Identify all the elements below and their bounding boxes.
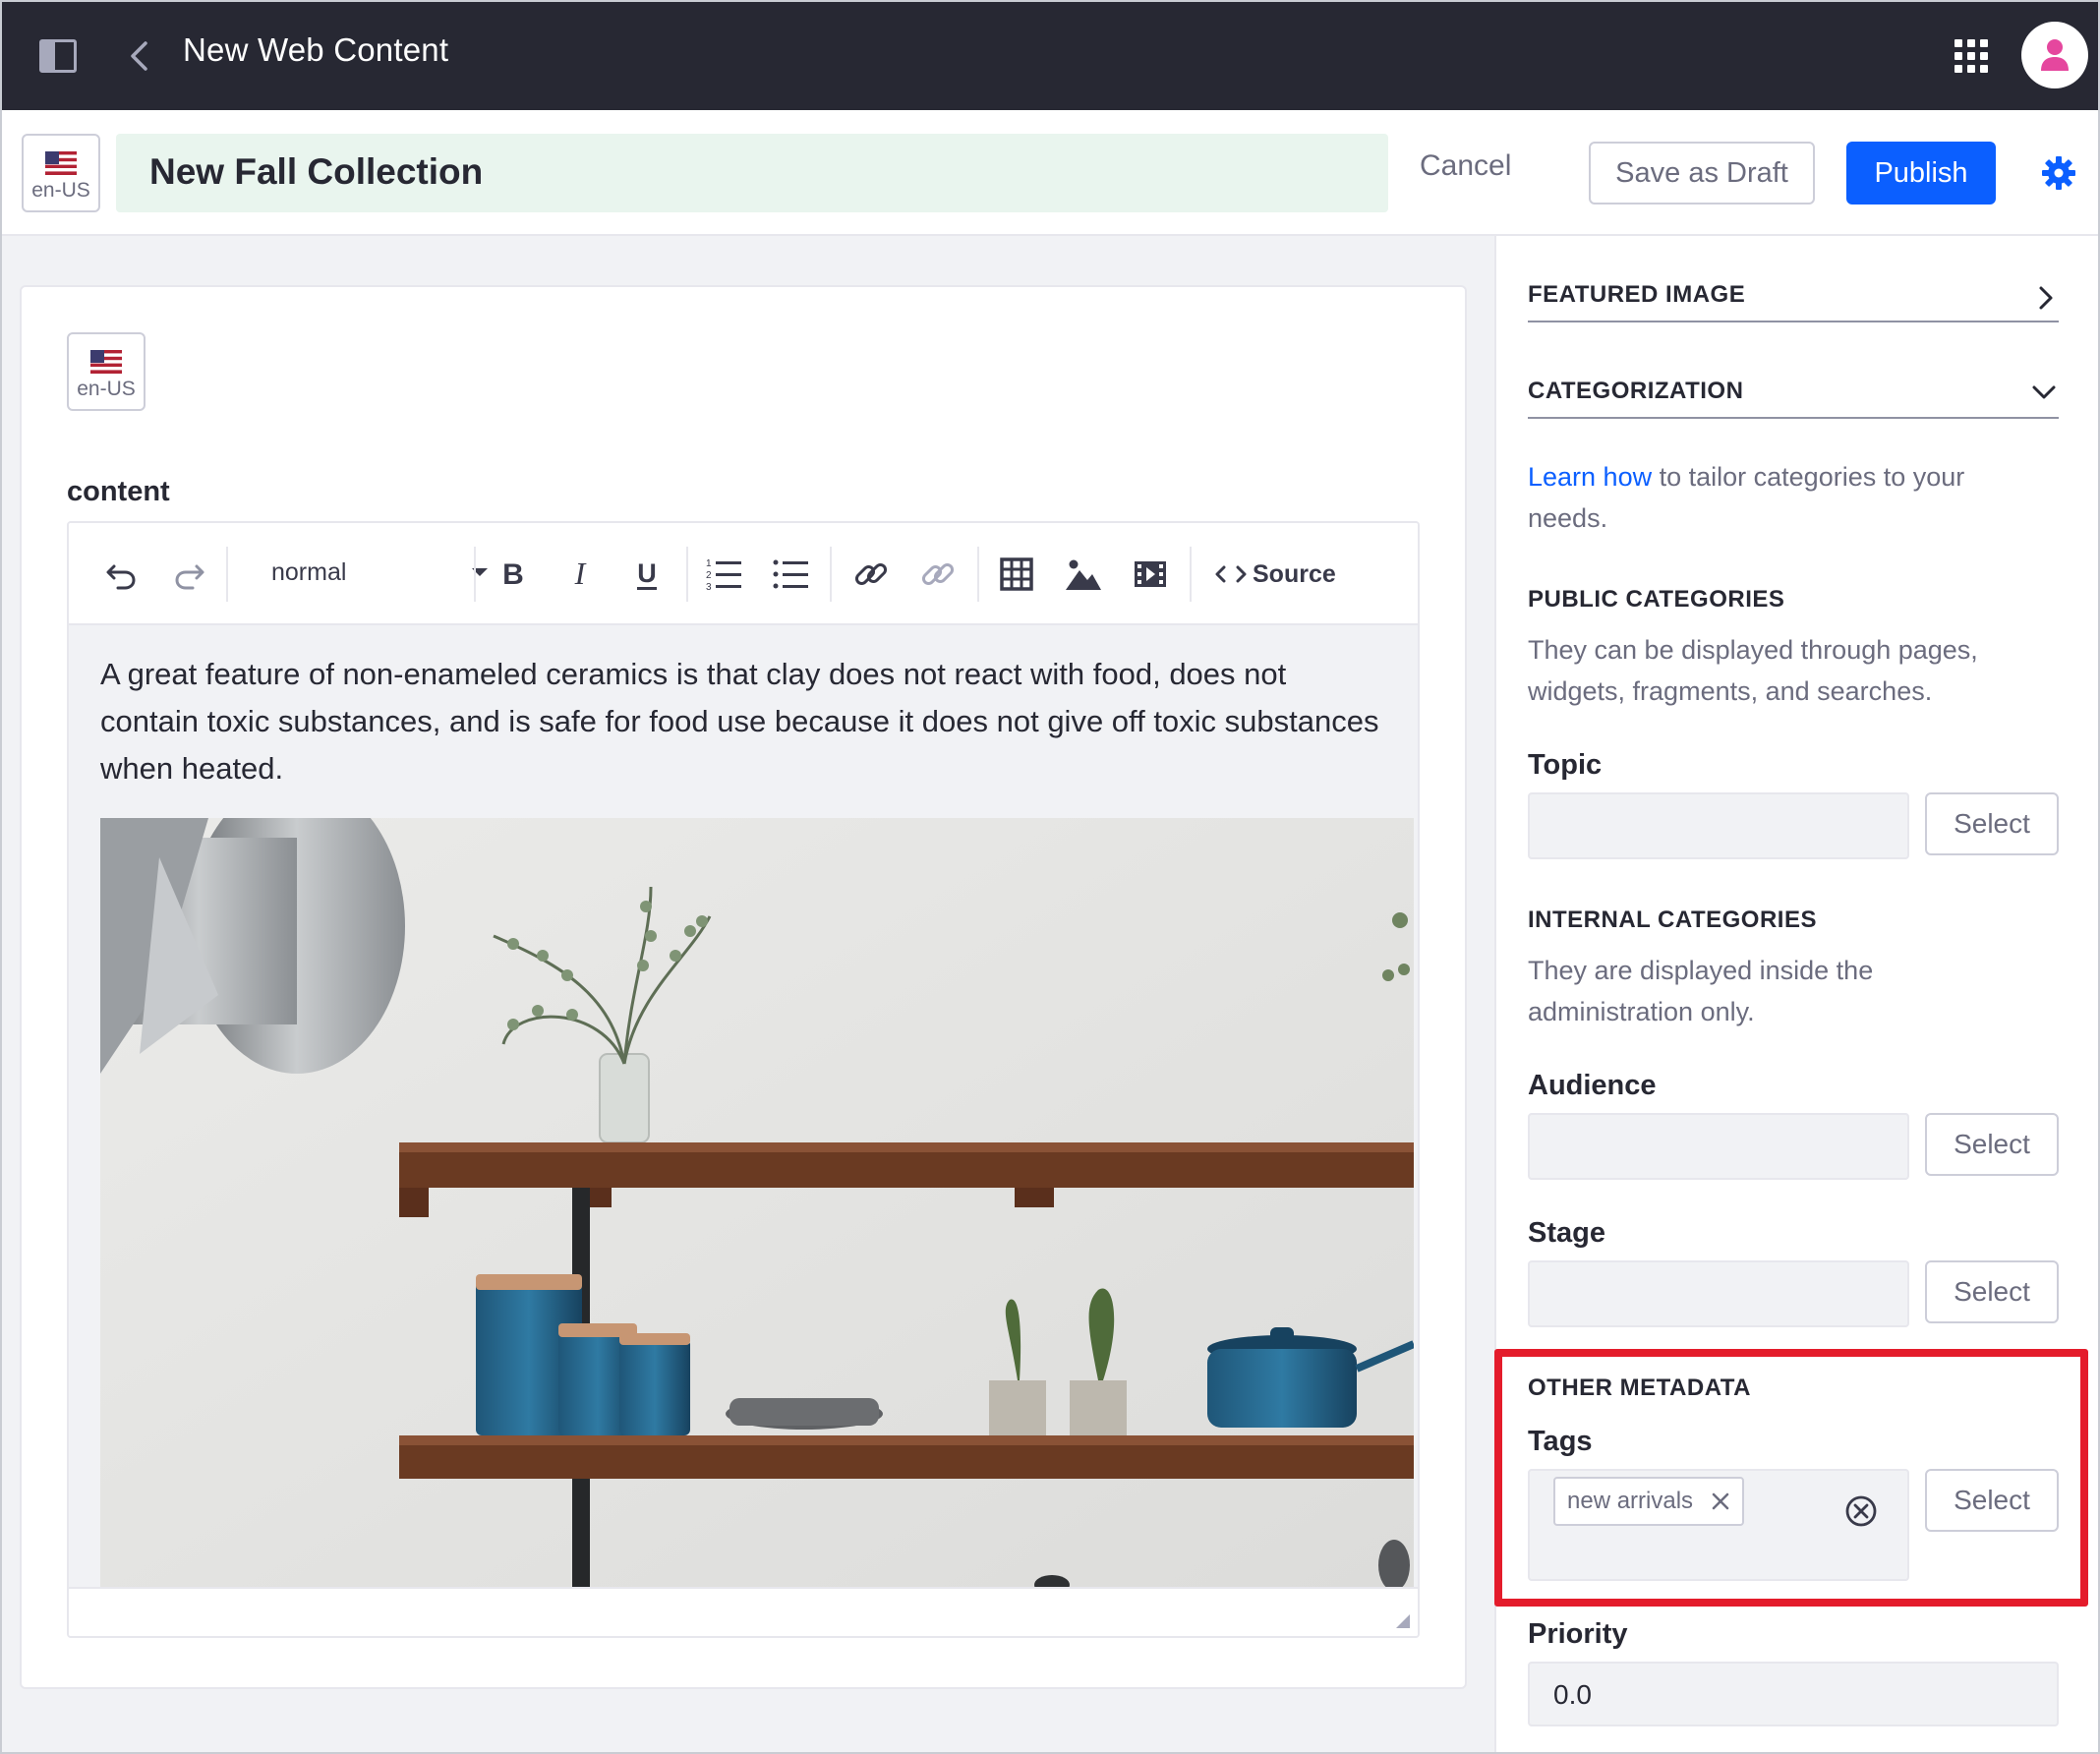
chevron-down-icon <box>2032 385 2056 399</box>
page-title: New Web Content <box>183 31 449 68</box>
audience-input[interactable] <box>1528 1113 1909 1180</box>
topic-input[interactable] <box>1528 792 1909 859</box>
cancel-button[interactable]: Cancel <box>1420 149 1511 183</box>
internal-categories-description: They are displayed inside the administra… <box>1528 956 1874 1026</box>
toolbar-separator <box>830 547 832 602</box>
chevron-left-icon[interactable] <box>124 39 155 73</box>
top-bar: New Web Content <box>2 2 2098 110</box>
user-avatar[interactable] <box>2021 22 2088 88</box>
topic-select-button[interactable]: Select <box>1925 792 2059 855</box>
svg-text:I: I <box>574 555 587 591</box>
topic-label: Topic <box>1528 749 1603 781</box>
toolbar-separator <box>1190 547 1192 602</box>
sidebar-toggle-icon[interactable] <box>39 39 77 73</box>
public-categories-heading: PUBLIC CATEGORIES <box>1528 586 1785 613</box>
ordered-list-icon[interactable]: 1 2 3 <box>702 553 745 596</box>
source-button[interactable]: Source <box>1215 553 1343 596</box>
toolbar-separator <box>977 547 979 602</box>
editor-toolbar: normal B I U 1 2 3 Source <box>69 523 1418 625</box>
public-categories-description: They can be displayed through pages, wid… <box>1528 635 1978 706</box>
format-select[interactable]: normal <box>271 558 346 587</box>
editor-paragraph[interactable]: A great feature of non-enameled ceramics… <box>100 651 1388 792</box>
chevron-right-icon <box>2039 286 2053 310</box>
section-title: CATEGORIZATION <box>1528 378 1744 404</box>
table-icon[interactable] <box>995 553 1038 596</box>
priority-value: 0.0 <box>1553 1679 1592 1710</box>
title-value: New Fall Collection <box>149 151 484 192</box>
internal-categories-heading: INTERNAL CATEGORIES <box>1528 906 1817 933</box>
unlink-icon[interactable] <box>916 553 960 596</box>
other-metadata-highlight <box>1494 1349 2088 1607</box>
publish-button[interactable]: Publish <box>1846 142 1996 205</box>
toolbar-separator <box>686 547 688 602</box>
us-flag-icon <box>45 151 77 175</box>
user-avatar-icon <box>2041 39 2069 71</box>
save-as-draft-button[interactable]: Save as Draft <box>1589 142 1815 205</box>
resize-handle-icon[interactable] <box>1396 1614 1410 1628</box>
section-title: FEATURED IMAGE <box>1528 281 1746 308</box>
audience-select-button[interactable]: Select <box>1925 1113 2059 1176</box>
content-field-label: content <box>67 476 170 507</box>
title-input[interactable]: New Fall Collection <box>116 134 1388 212</box>
svg-text:U: U <box>637 558 657 588</box>
featured-image-section[interactable]: FEATURED IMAGE <box>1528 273 2059 322</box>
source-label: Source <box>1253 559 1336 588</box>
svg-text:B: B <box>502 558 524 591</box>
gear-icon[interactable] <box>2041 155 2076 191</box>
content-header: en-US New Fall Collection Cancel Save as… <box>2 110 2098 236</box>
us-flag-icon <box>90 350 122 374</box>
stage-input[interactable] <box>1528 1260 1909 1327</box>
editor-body[interactable]: A great feature of non-enameled ceramics… <box>69 625 1418 1591</box>
link-icon[interactable] <box>849 553 893 596</box>
source-code-icon <box>1215 565 1247 583</box>
toolbar-separator <box>226 547 228 602</box>
toolbar-separator <box>474 547 476 602</box>
italic-icon[interactable]: I <box>558 553 602 596</box>
priority-label: Priority <box>1528 1618 1628 1650</box>
stage-select-button[interactable]: Select <box>1925 1260 2059 1323</box>
underline-icon[interactable]: U <box>625 553 669 596</box>
svg-text:3: 3 <box>706 582 712 593</box>
svg-text:1: 1 <box>706 558 712 569</box>
content-locale-selector[interactable]: en-US <box>67 332 146 411</box>
learn-how-link[interactable]: Learn how <box>1528 462 1652 492</box>
svg-text:2: 2 <box>706 570 712 581</box>
locale-label: en-US <box>31 179 90 202</box>
unordered-list-icon[interactable] <box>769 553 812 596</box>
undo-icon[interactable] <box>100 553 144 596</box>
stage-label: Stage <box>1528 1217 1605 1249</box>
rich-text-editor[interactable]: normal B I U 1 2 3 Source A great featur… <box>67 521 1420 1638</box>
video-icon[interactable] <box>1129 553 1172 596</box>
categorization-intro: Learn how to tailor categories to your n… <box>1528 456 2039 539</box>
priority-input[interactable]: 0.0 <box>1528 1662 2059 1726</box>
apps-grid-icon[interactable] <box>1954 39 1988 73</box>
image-icon[interactable] <box>1062 553 1105 596</box>
bold-icon[interactable]: B <box>492 553 535 596</box>
locale-selector[interactable]: en-US <box>22 134 100 212</box>
embedded-image[interactable] <box>100 818 1414 1591</box>
kitchen-shelves-image <box>100 818 1414 1591</box>
editor-status-bar <box>69 1587 1418 1636</box>
locale-label: en-US <box>77 378 136 400</box>
categorization-section[interactable]: CATEGORIZATION <box>1528 370 2059 419</box>
redo-icon[interactable] <box>167 553 210 596</box>
app-frame: New Web Content en-US New Fall Collectio… <box>0 0 2100 1754</box>
audience-label: Audience <box>1528 1070 1657 1101</box>
